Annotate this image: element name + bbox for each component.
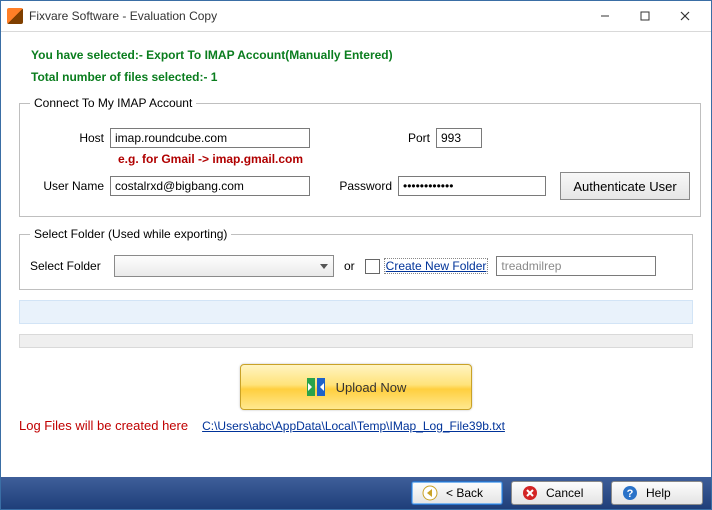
imap-connect-group: Connect To My IMAP Account Host Port e.g… xyxy=(19,96,701,217)
port-label: Port xyxy=(390,131,436,145)
folder-combobox[interactable] xyxy=(114,255,334,277)
authenticate-button[interactable]: Authenticate User xyxy=(560,172,690,200)
wizard-footer: < Back Cancel ? Help xyxy=(1,477,711,509)
new-folder-input[interactable] xyxy=(496,256,656,276)
upload-now-label: Upload Now xyxy=(336,380,407,395)
cancel-button-label: Cancel xyxy=(546,486,583,500)
cancel-icon xyxy=(522,485,538,501)
back-button[interactable]: < Back xyxy=(411,481,503,505)
select-folder-group: Select Folder (Used while exporting) Sel… xyxy=(19,227,693,290)
app-window: Fixvare Software - Evaluation Copy You h… xyxy=(0,0,712,510)
maximize-button[interactable] xyxy=(625,2,665,30)
upload-now-button[interactable]: Upload Now xyxy=(240,364,472,410)
app-icon xyxy=(7,8,23,24)
progress-area xyxy=(19,300,693,348)
selection-summary: You have selected:- Export To IMAP Accou… xyxy=(31,48,681,62)
progress-bar-status xyxy=(19,300,693,324)
select-folder-legend: Select Folder (Used while exporting) xyxy=(30,227,231,241)
create-folder-checkbox[interactable] xyxy=(365,259,380,274)
close-button[interactable] xyxy=(665,2,705,30)
host-input[interactable] xyxy=(110,128,310,148)
password-input[interactable] xyxy=(398,176,546,196)
username-input[interactable] xyxy=(110,176,310,196)
or-label: or xyxy=(344,259,355,273)
host-label: Host xyxy=(30,131,110,145)
imap-connect-legend: Connect To My IMAP Account xyxy=(30,96,196,110)
window-title: Fixvare Software - Evaluation Copy xyxy=(29,9,217,23)
svg-text:?: ? xyxy=(627,488,634,500)
help-button[interactable]: ? Help xyxy=(611,481,703,505)
port-input[interactable] xyxy=(436,128,482,148)
titlebar: Fixvare Software - Evaluation Copy xyxy=(1,1,711,32)
create-new-folder-link[interactable]: Create New Folder xyxy=(384,258,489,274)
back-button-label: < Back xyxy=(446,486,483,500)
client-area: You have selected:- Export To IMAP Accou… xyxy=(1,32,711,477)
minimize-button[interactable] xyxy=(585,2,625,30)
log-line: Log Files will be created here C:\Users\… xyxy=(19,418,505,433)
password-label: Password xyxy=(328,179,398,193)
progress-bar-overall xyxy=(19,334,693,348)
cancel-button[interactable]: Cancel xyxy=(511,481,603,505)
file-count-summary: Total number of files selected:- 1 xyxy=(31,70,681,84)
log-path-link[interactable]: C:\Users\abc\AppData\Local\Temp\IMap_Log… xyxy=(202,419,505,433)
host-hint: e.g. for Gmail -> imap.gmail.com xyxy=(118,152,690,166)
log-label: Log Files will be created here xyxy=(19,418,188,433)
select-folder-label: Select Folder xyxy=(30,259,114,273)
upload-icon xyxy=(306,377,326,397)
back-arrow-icon xyxy=(422,485,438,501)
help-icon: ? xyxy=(622,485,638,501)
username-label: User Name xyxy=(30,179,110,193)
chevron-down-icon xyxy=(319,261,329,271)
help-button-label: Help xyxy=(646,486,671,500)
